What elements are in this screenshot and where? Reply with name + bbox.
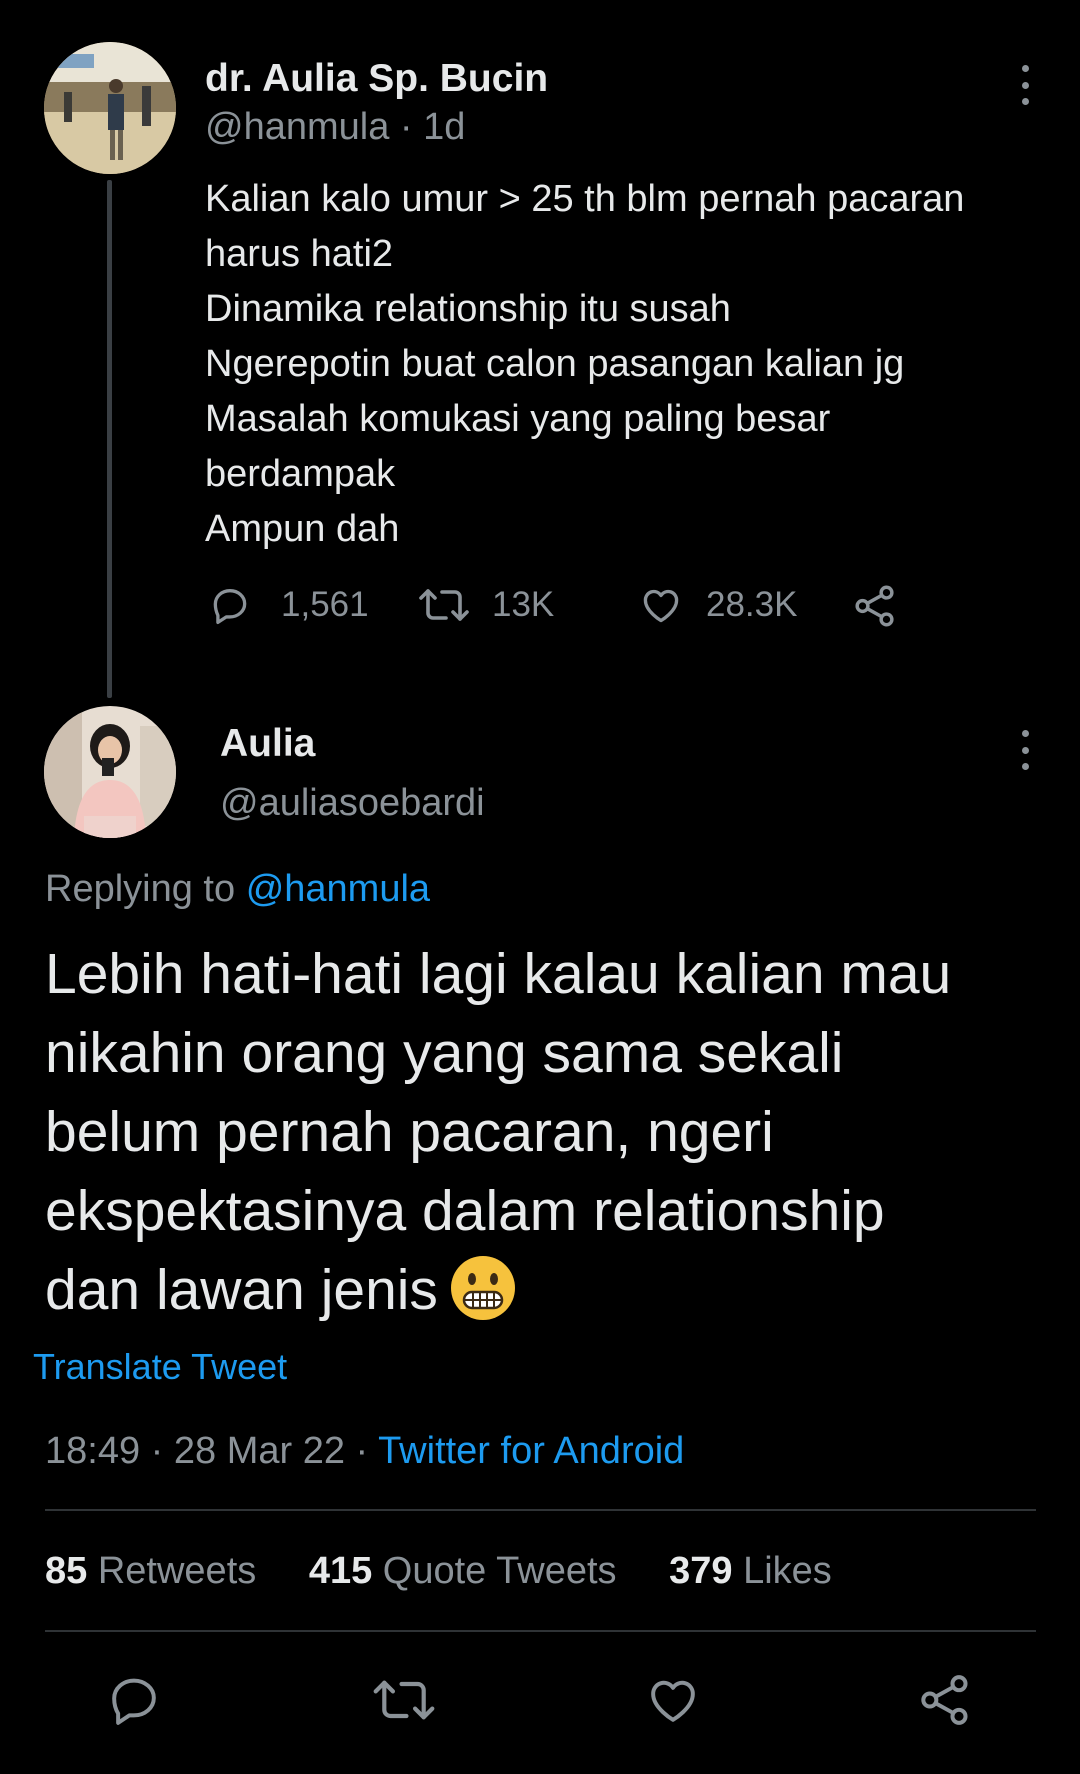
original-tweet-text: Kalian kalo umur > 25 th blm pernah paca… <box>205 172 1045 557</box>
tweet-date[interactable]: 28 Mar 22 <box>174 1430 345 1472</box>
reply-author-handle[interactable]: @auliasoebardi <box>220 782 485 825</box>
more-icon[interactable] <box>1015 65 1035 105</box>
tweet-source[interactable]: Twitter for Android <box>378 1430 684 1472</box>
reply-button[interactable]: 1,561 <box>207 583 369 627</box>
tweet-text-line: Masalah komukasi yang paling besar <box>205 398 831 440</box>
like-icon[interactable] <box>645 1672 701 1728</box>
retweet-icon <box>419 589 469 621</box>
reply-author-name[interactable]: Aulia <box>220 722 315 766</box>
likes-stat[interactable]: 379 Likes <box>669 1550 832 1592</box>
reply-icon <box>213 589 247 625</box>
replying-label: Replying to <box>45 868 236 910</box>
like-icon <box>643 589 679 623</box>
retweets-stat[interactable]: 85 Retweets <box>45 1550 256 1592</box>
divider <box>45 1630 1036 1632</box>
tweet-text-line-last: dan lawan jenis <box>45 1251 1055 1330</box>
tweet-text-line: ekspektasinya dalam relationship <box>45 1179 885 1243</box>
reply-icon[interactable] <box>106 1672 162 1728</box>
tweet-time[interactable]: 18:49 <box>45 1430 140 1472</box>
avatar-hanmula[interactable] <box>44 42 176 174</box>
share-icon[interactable] <box>917 1672 973 1728</box>
tweet-text-line: berdampak <box>205 453 396 495</box>
tweet-text-line: Ampun dah <box>205 508 400 550</box>
share-icon <box>855 585 894 627</box>
author-handle[interactable]: @hanmula <box>205 106 389 148</box>
replying-to-mention[interactable]: @hanmula <box>246 868 430 910</box>
share-button[interactable] <box>852 583 898 629</box>
author-handle-line: @hanmula · 1d <box>205 106 465 149</box>
like-button[interactable]: 28.3K <box>638 583 797 627</box>
quote-tweets-stat[interactable]: 415 Quote Tweets <box>309 1550 617 1592</box>
tweet-text-line: harus hati2 <box>205 233 394 275</box>
tweet-age: · 1d <box>399 106 466 148</box>
retweet-icon[interactable] <box>372 1672 436 1728</box>
retweet-button[interactable]: 13K <box>418 583 554 627</box>
retweet-count: 13K <box>492 585 555 624</box>
tweet-text-line: Ngerepotin buat calon pasangan kalian jg <box>205 343 905 385</box>
avatar-auliasoebardi[interactable] <box>44 706 176 838</box>
like-count: 28.3K <box>706 585 798 624</box>
divider <box>45 1509 1036 1511</box>
tweet-text-line: Dinamika relationship itu susah <box>205 288 731 330</box>
engagement-stats: 85 Retweets 415 Quote Tweets 379 Likes <box>45 1550 874 1593</box>
reply-count: 1,561 <box>281 585 369 624</box>
translate-tweet-link[interactable]: Translate Tweet <box>33 1346 287 1388</box>
more-icon[interactable] <box>1015 730 1035 770</box>
tweet-text-line: Lebih hati-hati lagi kalau kalian mau <box>45 942 952 1006</box>
replying-to: Replying to @hanmula <box>45 868 430 911</box>
thread-connector-line <box>107 180 112 698</box>
author-name[interactable]: dr. Aulia Sp. Bucin <box>205 57 548 101</box>
tweet-text-line: nikahin orang yang sama sekali <box>45 1021 844 1085</box>
grimacing-face-icon <box>450 1256 515 1320</box>
reply-tweet-text: Lebih hati-hati lagi kalau kalian mau ni… <box>45 935 1055 1330</box>
tweet-text-line: Kalian kalo umur > 25 th blm pernah paca… <box>205 178 965 220</box>
tweet-meta: 18:49 · 28 Mar 22 · Twitter for Android <box>45 1430 685 1472</box>
tweet-text-line: belum pernah pacaran, ngeri <box>45 1100 774 1164</box>
tweet-text-line: dan lawan jenis <box>45 1258 438 1322</box>
